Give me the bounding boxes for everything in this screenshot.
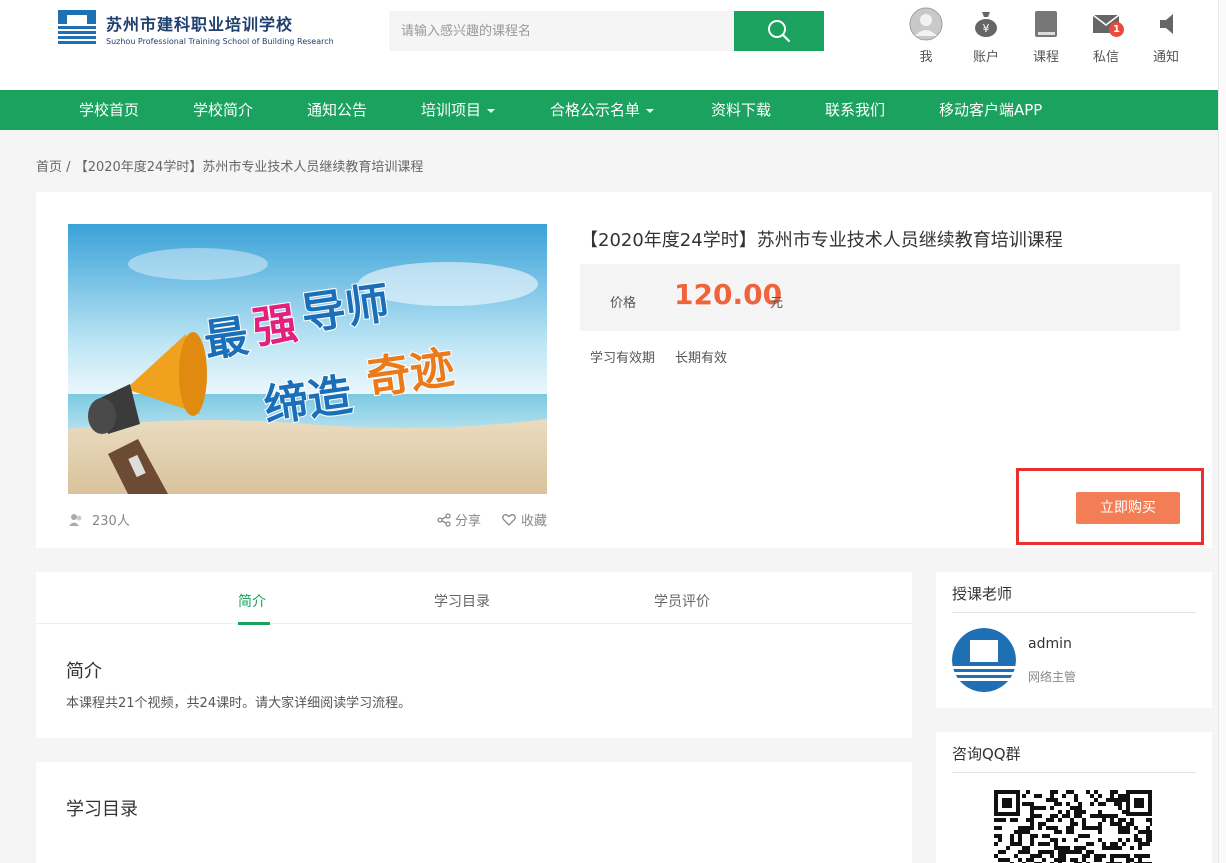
me-label: 我 <box>919 50 933 65</box>
qq-heading: 咨询QQ群 <box>952 745 1021 763</box>
school-name-en: Suzhou Professional Training School of B… <box>106 36 334 46</box>
price-label: 价格 <box>610 296 637 311</box>
main-nav: 学校首页 学校简介 通知公告 培训项目 合格公示名单 资料下载 联系我们 移动客… <box>0 90 1218 130</box>
chevron-down-icon <box>646 108 655 113</box>
qr-code-image <box>994 790 1152 863</box>
account-label: 账户 <box>972 50 999 65</box>
nav-mobile-app[interactable]: 移动客户端APP <box>939 90 1042 130</box>
course-panel: 最 强 导师 缔造 奇迹 230人 分享 收藏 【2020年度24学时】苏州市专… <box>36 192 1212 548</box>
share-button[interactable]: 分享 <box>437 510 481 529</box>
school-logo-icon <box>58 10 96 46</box>
breadcrumb-separator: / <box>66 160 71 175</box>
nav-qualified-label: 合格公示名单 <box>550 101 641 119</box>
notifications-label: 通知 <box>1152 50 1179 65</box>
nav-downloads-label: 资料下载 <box>711 101 772 119</box>
breadcrumb-home[interactable]: 首页 <box>36 160 62 175</box>
nav-about[interactable]: 学校简介 <box>193 90 253 130</box>
teacher-panel: 授课老师 admin 网络主管 <box>936 572 1212 708</box>
messages-label: 私信 <box>1092 50 1119 65</box>
teacher-avatar[interactable] <box>952 628 1016 692</box>
nav-downloads[interactable]: 资料下载 <box>711 90 771 130</box>
teacher-role: 网络主管 <box>1028 670 1077 684</box>
nav-notices[interactable]: 通知公告 <box>307 90 367 130</box>
svg-text:¥: ¥ <box>983 22 990 35</box>
teacher-name[interactable]: admin <box>1028 636 1072 652</box>
me-button[interactable]: 我 <box>896 6 956 65</box>
nav-contact-label: 联系我们 <box>825 101 886 119</box>
share-icon <box>437 512 451 527</box>
messages-button[interactable]: 1 私信 <box>1076 6 1136 65</box>
divider <box>952 772 1196 773</box>
favorite-button[interactable]: 收藏 <box>502 510 547 529</box>
heart-icon <box>502 514 516 526</box>
vertical-scrollbar[interactable] <box>1218 0 1226 863</box>
nav-contact[interactable]: 联系我们 <box>825 90 885 130</box>
user-toolbar: 我 ¥ 账户 课程 1 私信 通知 <box>896 6 1196 65</box>
banner-line1-b: 强 <box>250 298 301 355</box>
validity-label: 学习有效期 <box>590 351 656 366</box>
speaker-icon <box>1160 14 1173 34</box>
user-avatar-icon <box>909 7 943 41</box>
buy-now-button[interactable]: 立即购买 <box>1076 492 1180 524</box>
school-name-cn: 苏州市建科职业培训学校 <box>106 14 294 34</box>
tab-bar: 简介 学习目录 学员评价 <box>36 572 912 625</box>
search-bar <box>389 11 824 51</box>
notifications-button[interactable]: 通知 <box>1136 6 1196 65</box>
active-tab-indicator <box>238 622 270 625</box>
account-button[interactable]: ¥ 账户 <box>956 6 1016 65</box>
divider <box>952 612 1196 613</box>
catalog-heading: 学习目录 <box>66 799 138 820</box>
intro-heading: 简介 <box>66 661 102 682</box>
price-box: 价格 120.00 元 <box>580 264 1180 331</box>
users-icon <box>69 513 82 526</box>
nav-app-label: 移动客户端APP <box>939 101 1043 119</box>
student-count: 230人 <box>68 510 130 529</box>
banner-line1-a: 最 <box>201 311 252 368</box>
breadcrumb: 首页 / 【2020年度24学时】苏州市专业技术人员继续教育培训课程 <box>36 156 423 175</box>
nav-training-projects[interactable]: 培训项目 <box>421 90 496 130</box>
site-header: 苏州市建科职业培训学校 Suzhou Professional Training… <box>0 0 1218 90</box>
nav-qualified-list[interactable]: 合格公示名单 <box>550 90 655 130</box>
search-button[interactable] <box>734 11 824 51</box>
chevron-down-icon <box>487 108 496 113</box>
nav-training-label: 培训项目 <box>421 101 482 119</box>
validity-value: 长期有效 <box>675 351 728 366</box>
course-banner[interactable]: 最 强 导师 缔造 奇迹 <box>68 224 547 494</box>
nav-home-label: 学校首页 <box>79 101 140 119</box>
course-meta-row: 230人 分享 收藏 <box>68 510 547 532</box>
message-count-badge: 1 <box>1109 22 1124 37</box>
price-value: 120.00 <box>674 278 783 311</box>
book-icon <box>1035 11 1057 37</box>
courses-label: 课程 <box>1032 50 1059 65</box>
tab-intro[interactable]: 简介 <box>238 591 266 611</box>
courses-button[interactable]: 课程 <box>1016 6 1076 65</box>
search-icon <box>768 20 791 43</box>
tab-reviews[interactable]: 学员评价 <box>654 591 710 611</box>
catalog-panel: 学习目录 <box>36 762 912 863</box>
course-title: 【2020年度24学时】苏州市专业技术人员继续教育培训课程 <box>580 230 1063 251</box>
school-logo[interactable]: 苏州市建科职业培训学校 Suzhou Professional Training… <box>58 10 334 46</box>
course-detail-panel: 简介 学习目录 学员评价 简介 本课程共21个视频，共24课时。请大家详细阅读学… <box>36 572 912 738</box>
tab-catalog[interactable]: 学习目录 <box>434 591 490 611</box>
qq-group-panel: 咨询QQ群 <box>936 732 1212 863</box>
breadcrumb-current: 【2020年度24学时】苏州市专业技术人员继续教育培训课程 <box>74 160 424 175</box>
share-label: 分享 <box>454 514 481 529</box>
validity-row: 学习有效期 长期有效 <box>590 347 727 366</box>
nav-notices-label: 通知公告 <box>307 101 368 119</box>
favorite-label: 收藏 <box>520 514 547 529</box>
price-unit: 元 <box>770 296 784 311</box>
student-count-label: 230人 <box>92 514 130 529</box>
money-bag-icon: ¥ <box>975 12 997 37</box>
teacher-heading: 授课老师 <box>952 585 1013 603</box>
search-input[interactable] <box>389 11 734 51</box>
nav-about-label: 学校简介 <box>193 101 254 119</box>
intro-text: 本课程共21个视频，共24课时。请大家详细阅读学习流程。 <box>66 696 412 711</box>
nav-home[interactable]: 学校首页 <box>79 90 139 130</box>
